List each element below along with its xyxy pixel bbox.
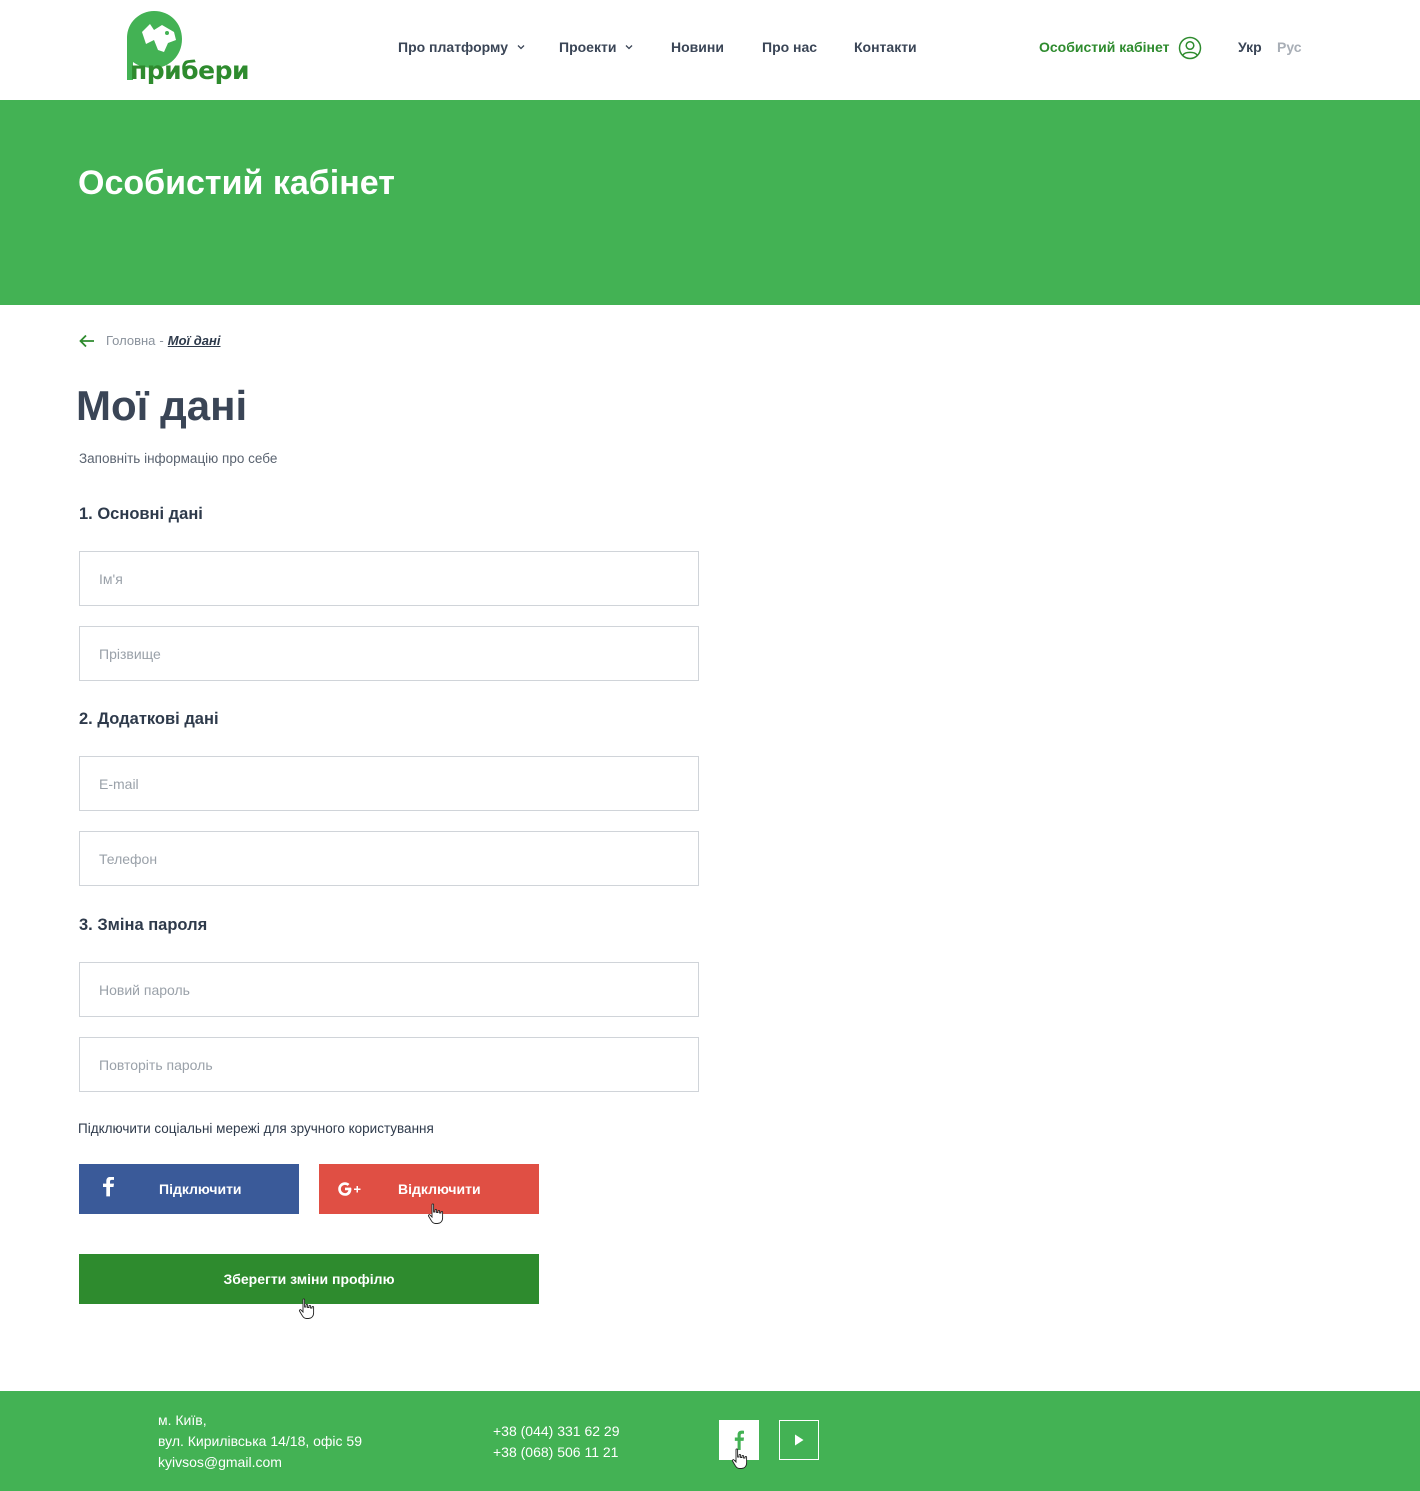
first-name-input[interactable] xyxy=(80,552,698,605)
site-header: прибери Про платформу Проекти Новини Про… xyxy=(0,0,1420,100)
nav-item-projects[interactable]: Проекти xyxy=(559,39,633,55)
breadcrumb-current[interactable]: Мої дані xyxy=(168,333,221,348)
save-button-label: Зберегти зміни профілю xyxy=(223,1271,395,1287)
youtube-play-icon xyxy=(795,1434,804,1446)
footer-phone-1[interactable]: +38 (044) 331 62 29 xyxy=(493,1421,620,1442)
site-footer: м. Київ, вул. Кирилівська 14/18, офіс 59… xyxy=(0,1391,1420,1491)
chevron-down-icon xyxy=(625,45,633,50)
google-disconnect-button[interactable]: Відключити xyxy=(319,1164,539,1214)
facebook-icon xyxy=(734,1430,744,1450)
hero-title: Особистий кабінет xyxy=(78,164,395,202)
user-icon[interactable] xyxy=(1178,36,1202,60)
section-title-basic: 1. Основні дані xyxy=(79,505,203,523)
footer-phones: +38 (044) 331 62 29 +38 (068) 506 11 21 xyxy=(493,1421,620,1463)
address-city: м. Київ, xyxy=(158,1412,207,1428)
phone-field xyxy=(79,831,699,886)
phone-input[interactable] xyxy=(80,832,698,885)
footer-facebook-button[interactable] xyxy=(719,1420,759,1460)
chevron-down-icon xyxy=(517,45,525,50)
last-name-field xyxy=(79,626,699,681)
breadcrumb-home[interactable]: Головна xyxy=(106,333,155,348)
save-profile-button[interactable]: Зберегти зміни профілю xyxy=(79,1254,539,1304)
address-street: вул. Кирилівська 14/18, офіс 59 xyxy=(158,1433,363,1449)
google-plus-icon xyxy=(338,1182,361,1196)
first-name-field xyxy=(79,551,699,606)
repeat-password-input[interactable] xyxy=(80,1038,698,1091)
new-password-input[interactable] xyxy=(80,963,698,1016)
breadcrumb-separator: - xyxy=(159,333,164,348)
page-subtitle: Заповніть інформацію про себе xyxy=(79,451,278,466)
cabinet-link[interactable]: Особистий кабінет xyxy=(1039,39,1169,55)
email-field xyxy=(79,756,699,811)
section-title-password: 3. Зміна пароля xyxy=(79,916,208,934)
facebook-button-label: Підключити xyxy=(159,1181,242,1197)
nav-item-about[interactable]: Про нас xyxy=(762,39,817,55)
footer-address: м. Київ, вул. Кирилівська 14/18, офіс 59… xyxy=(158,1410,362,1473)
nav-item-label: Новини xyxy=(671,39,724,55)
new-password-field xyxy=(79,962,699,1017)
footer-email[interactable]: kyivsos@gmail.com xyxy=(158,1452,362,1473)
logo-text[interactable]: прибери xyxy=(130,56,250,85)
breadcrumb: Головна - Мої дані xyxy=(79,333,220,348)
social-note: Підключити соціальні мережі для зручного… xyxy=(78,1121,434,1136)
google-button-label: Відключити xyxy=(398,1181,481,1197)
email-input[interactable] xyxy=(80,757,698,810)
facebook-connect-button[interactable]: Підключити xyxy=(79,1164,299,1214)
nav-item-label: Контакти xyxy=(854,39,917,55)
nav-item-label: Проекти xyxy=(559,39,617,55)
section-title-extra: 2. Додаткові дані xyxy=(79,710,219,728)
footer-youtube-button[interactable] xyxy=(779,1420,819,1460)
hero-banner: Особистий кабінет xyxy=(0,100,1420,305)
nav-item-label: Про нас xyxy=(762,39,818,55)
repeat-password-field xyxy=(79,1037,699,1092)
footer-phone-2[interactable]: +38 (068) 506 11 21 xyxy=(493,1442,620,1463)
last-name-input[interactable] xyxy=(80,627,698,680)
page-title: Мої дані xyxy=(76,382,248,429)
arrow-left-icon[interactable] xyxy=(79,334,95,348)
nav-item-platform[interactable]: Про платформу xyxy=(398,39,525,55)
nav-item-contacts[interactable]: Контакти xyxy=(854,39,917,55)
nav-item-news[interactable]: Новини xyxy=(671,39,724,55)
lang-ukr[interactable]: Укр xyxy=(1238,39,1262,55)
lang-rus[interactable]: Рус xyxy=(1277,39,1302,55)
nav-item-label: Про платформу xyxy=(398,39,508,55)
facebook-icon xyxy=(103,1177,114,1197)
